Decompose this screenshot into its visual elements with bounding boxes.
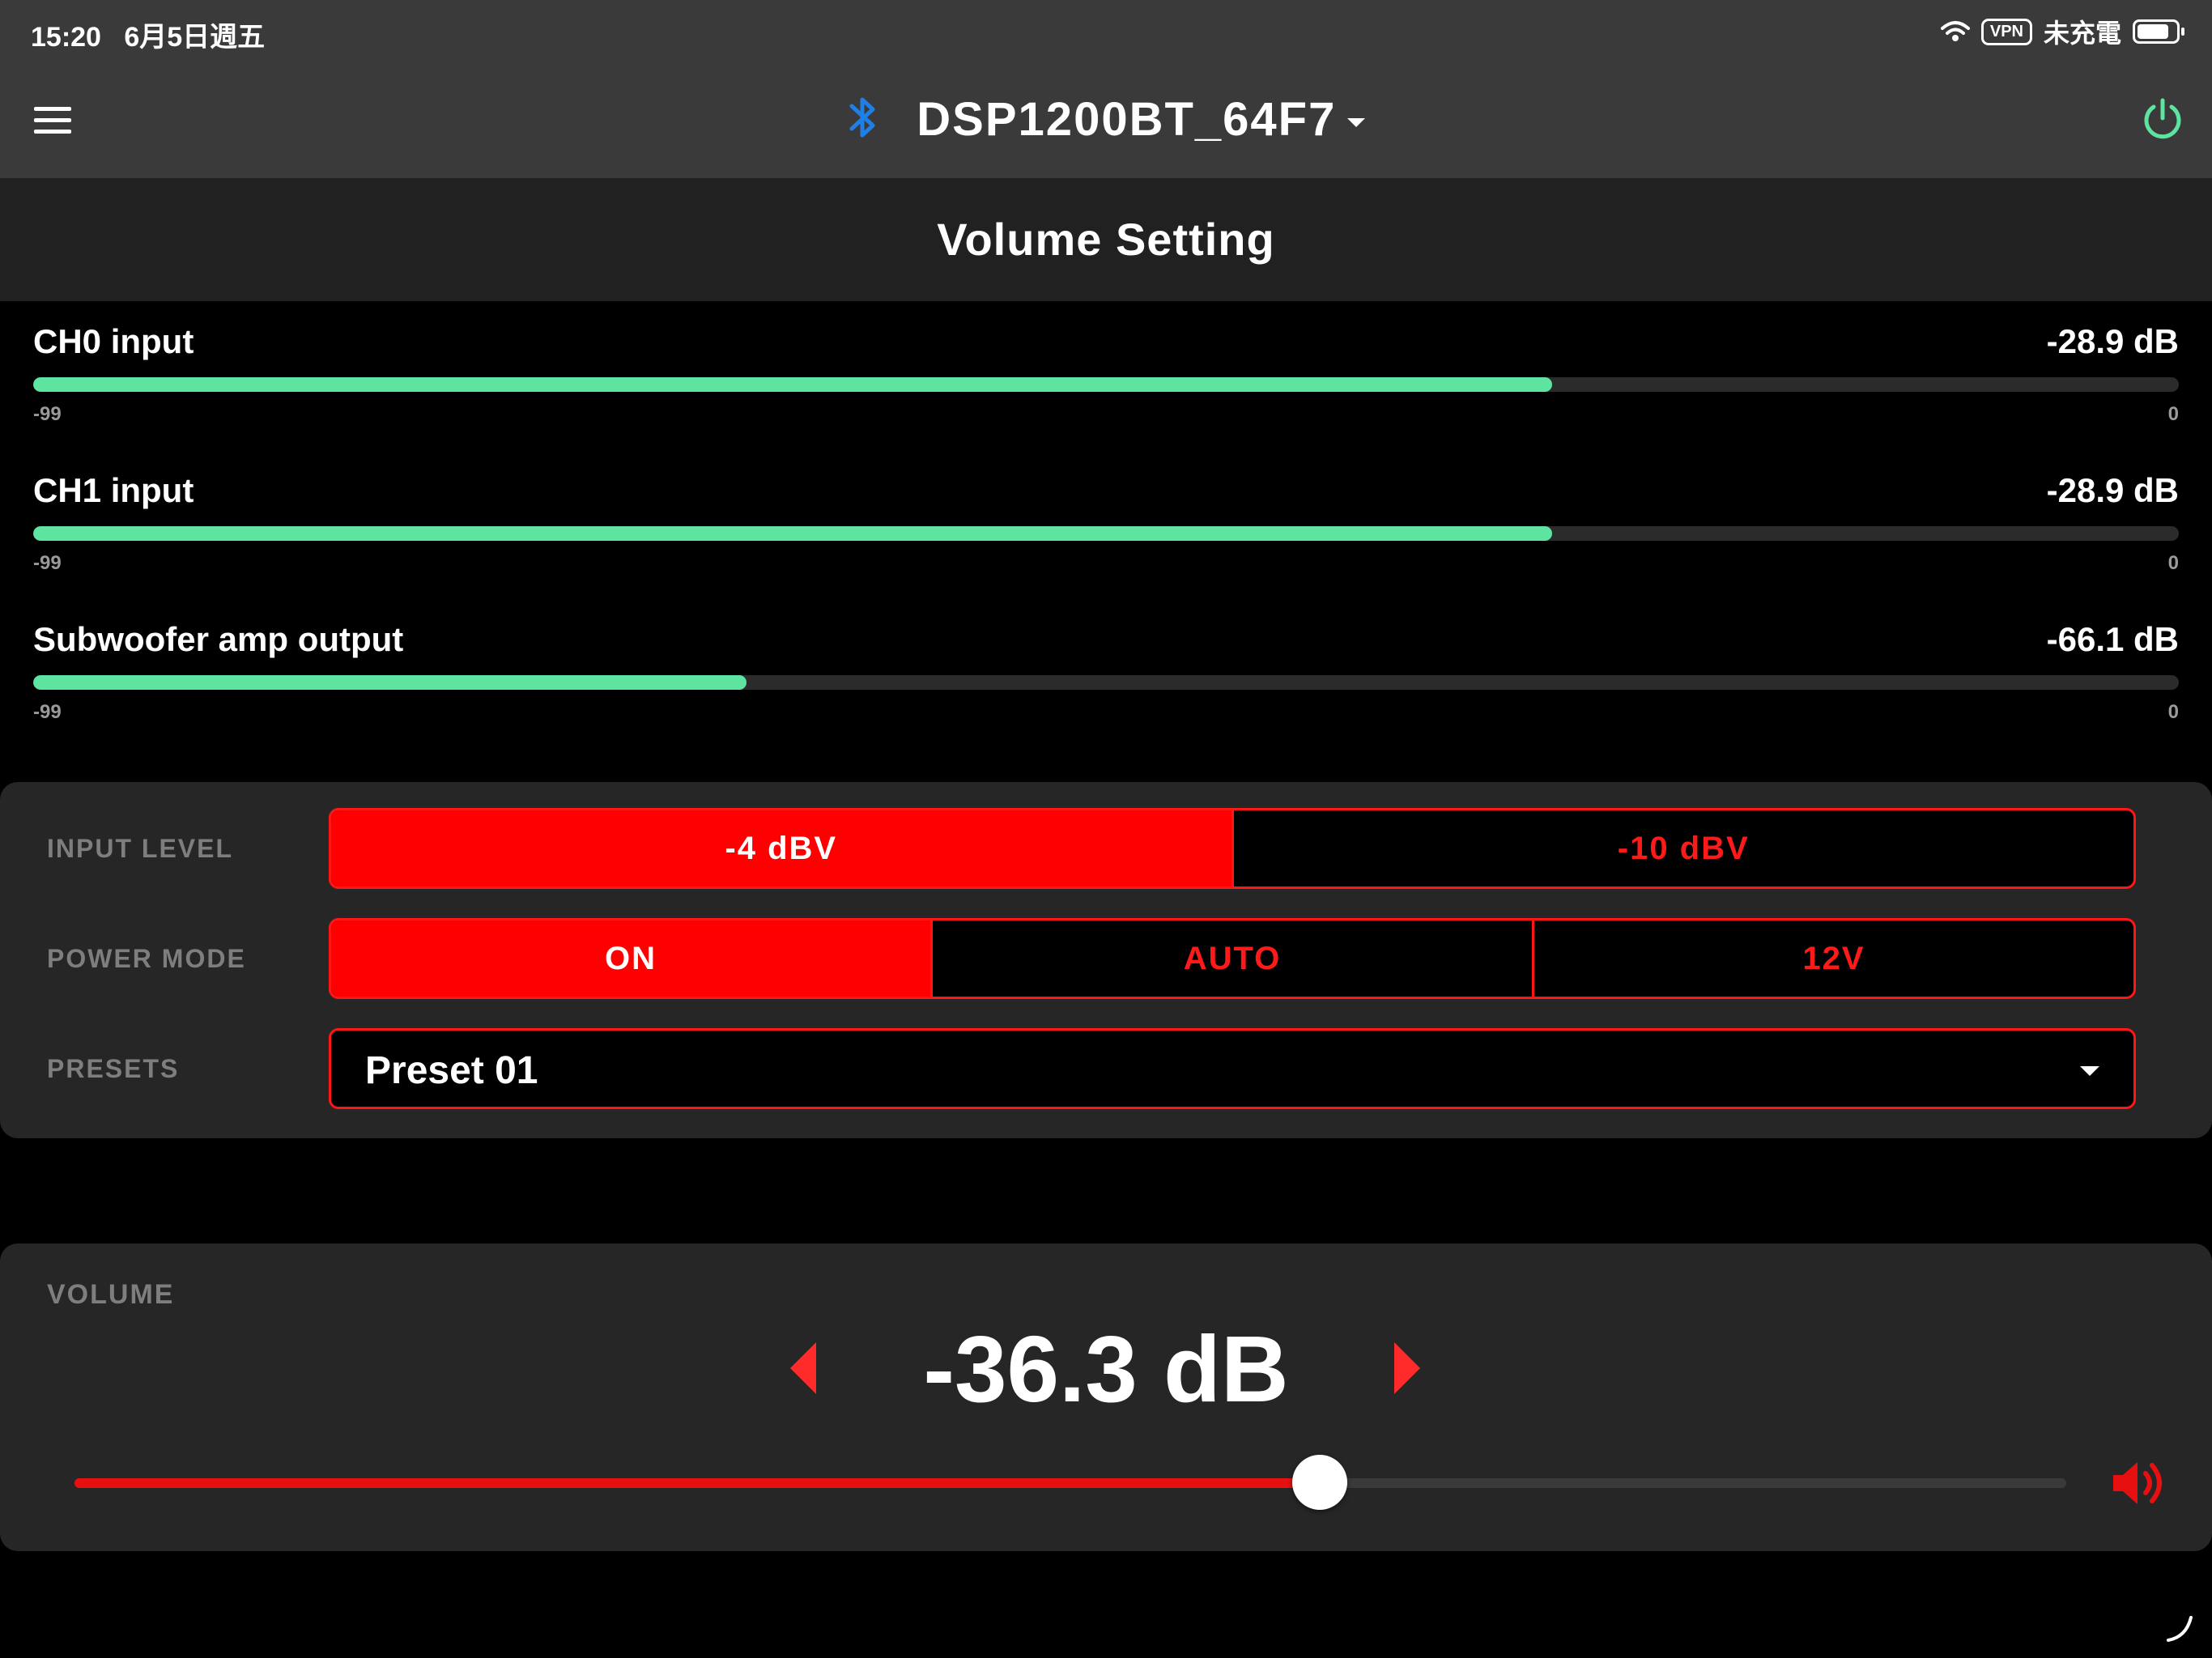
page-title: Volume Setting [937, 214, 1275, 265]
volume-panel: VOLUME -36.3 dB [0, 1244, 2212, 1551]
charging-status: 未充電 [2043, 19, 2121, 48]
wifi-icon [1940, 21, 1970, 41]
page-header: Volume Setting [0, 178, 2212, 301]
input-level-label: INPUT LEVEL [47, 834, 234, 863]
settings-panel: INPUT LEVEL -4 dBV -10 dBV POWER MODE ON… [0, 782, 2212, 1138]
power-icon[interactable] [2141, 97, 2184, 141]
input-level-option-10dbv[interactable]: -10 dBV [1231, 810, 2134, 886]
presets-dropdown[interactable]: Preset 01 [329, 1028, 2136, 1109]
meter-max: 0 [2167, 403, 2179, 425]
meter-track [33, 377, 2179, 392]
volume-label: VOLUME [47, 1279, 175, 1310]
status-indicators: VPN 未充電 [1940, 13, 2184, 50]
meter-label: Subwoofer amp output [33, 620, 404, 658]
meter-fill [33, 377, 1553, 392]
presets-selected: Preset 01 [365, 1049, 538, 1092]
presets-label: PRESETS [47, 1054, 180, 1083]
time-text: 15:20 [31, 22, 101, 53]
meter-value: -28.9 dB [2046, 471, 2179, 509]
top-bar: 15:20 6月5日週五 VPN 未充電 DSP1200BT_64F7 [0, 0, 2212, 178]
speaker-volume-icon[interactable] [2108, 1452, 2170, 1514]
meter-min: -99 [33, 403, 62, 425]
meter-max: 0 [2167, 552, 2179, 574]
meter-track [33, 675, 2179, 690]
chevron-down-icon [2080, 1066, 2099, 1076]
input-level-option-4dbv[interactable]: -4 dBV [331, 810, 1231, 886]
meter-label: CH1 input [33, 471, 194, 509]
volume-slider[interactable] [74, 1455, 2066, 1510]
meter-value: -66.1 dB [2046, 620, 2179, 658]
meter-fill [33, 675, 747, 690]
meter-min: -99 [33, 552, 62, 574]
meter-min: -99 [33, 701, 62, 723]
chevron-down-icon [1347, 118, 1366, 128]
meter-max: 0 [2167, 701, 2179, 723]
volume-increase-icon[interactable] [1394, 1342, 1420, 1394]
power-mode-label: POWER MODE [47, 944, 246, 973]
power-mode-segmented: ON AUTO 12V [329, 918, 2136, 999]
power-mode-option-on[interactable]: ON [331, 920, 930, 997]
volume-slider-thumb[interactable] [1291, 1455, 1347, 1510]
power-mode-option-auto[interactable]: AUTO [930, 920, 1532, 997]
battery-icon [2133, 19, 2184, 44]
device-name: DSP1200BT_64F7 [917, 93, 1337, 146]
vpn-badge: VPN [1980, 18, 2032, 45]
power-mode-option-12v[interactable]: 12V [1532, 920, 2133, 997]
meter-label: CH0 input [33, 322, 194, 360]
input-level-segmented: -4 dBV -10 dBV [329, 808, 2136, 889]
meter-track [33, 526, 2179, 541]
volume-value: -36.3 dB [923, 1316, 1289, 1422]
status-time: 15:20 6月5日週五 [31, 15, 265, 54]
bluetooth-icon [847, 91, 895, 146]
meter-fill [33, 526, 1553, 541]
date-text: 6月5日週五 [124, 22, 266, 53]
corner-indicator-icon [2167, 1616, 2193, 1642]
device-selector[interactable]: DSP1200BT_64F7 [0, 91, 2212, 147]
meter-value: -28.9 dB [2046, 322, 2179, 360]
volume-slider-fill [74, 1478, 1320, 1488]
